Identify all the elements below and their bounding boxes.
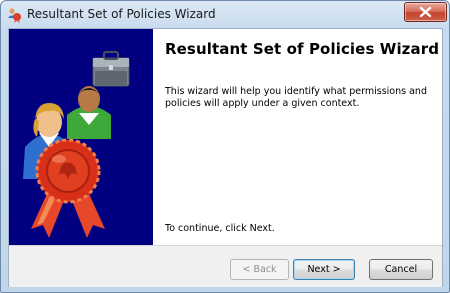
users-with-briefcase-and-seal-illustration bbox=[23, 51, 130, 238]
button-bar: < Back Next > Cancel bbox=[9, 245, 442, 287]
cancel-button[interactable]: Cancel bbox=[369, 259, 433, 280]
wizard-window: Resultant Set of Policies Wizard Resulta… bbox=[0, 0, 450, 293]
back-button[interactable]: < Back bbox=[230, 259, 289, 280]
briefcase-icon bbox=[92, 51, 130, 87]
person-green-icon bbox=[67, 86, 111, 139]
close-icon bbox=[419, 6, 432, 18]
window-title: Resultant Set of Policies Wizard bbox=[27, 7, 216, 21]
wizard-banner bbox=[9, 29, 153, 245]
close-button[interactable] bbox=[404, 2, 447, 22]
page-title: Resultant Set of Policies Wizard bbox=[165, 40, 440, 58]
next-button[interactable]: Next > bbox=[293, 259, 355, 280]
wizard-client-area: Resultant Set of Policies Wizard This wi… bbox=[8, 28, 443, 287]
title-bar[interactable]: Resultant Set of Policies Wizard bbox=[1, 1, 449, 28]
wax-seal-icon bbox=[35, 138, 101, 204]
wizard-description: This wizard will help you identify what … bbox=[165, 86, 427, 109]
rsop-icon bbox=[8, 8, 21, 23]
continue-instruction: To continue, click Next. bbox=[165, 223, 275, 234]
